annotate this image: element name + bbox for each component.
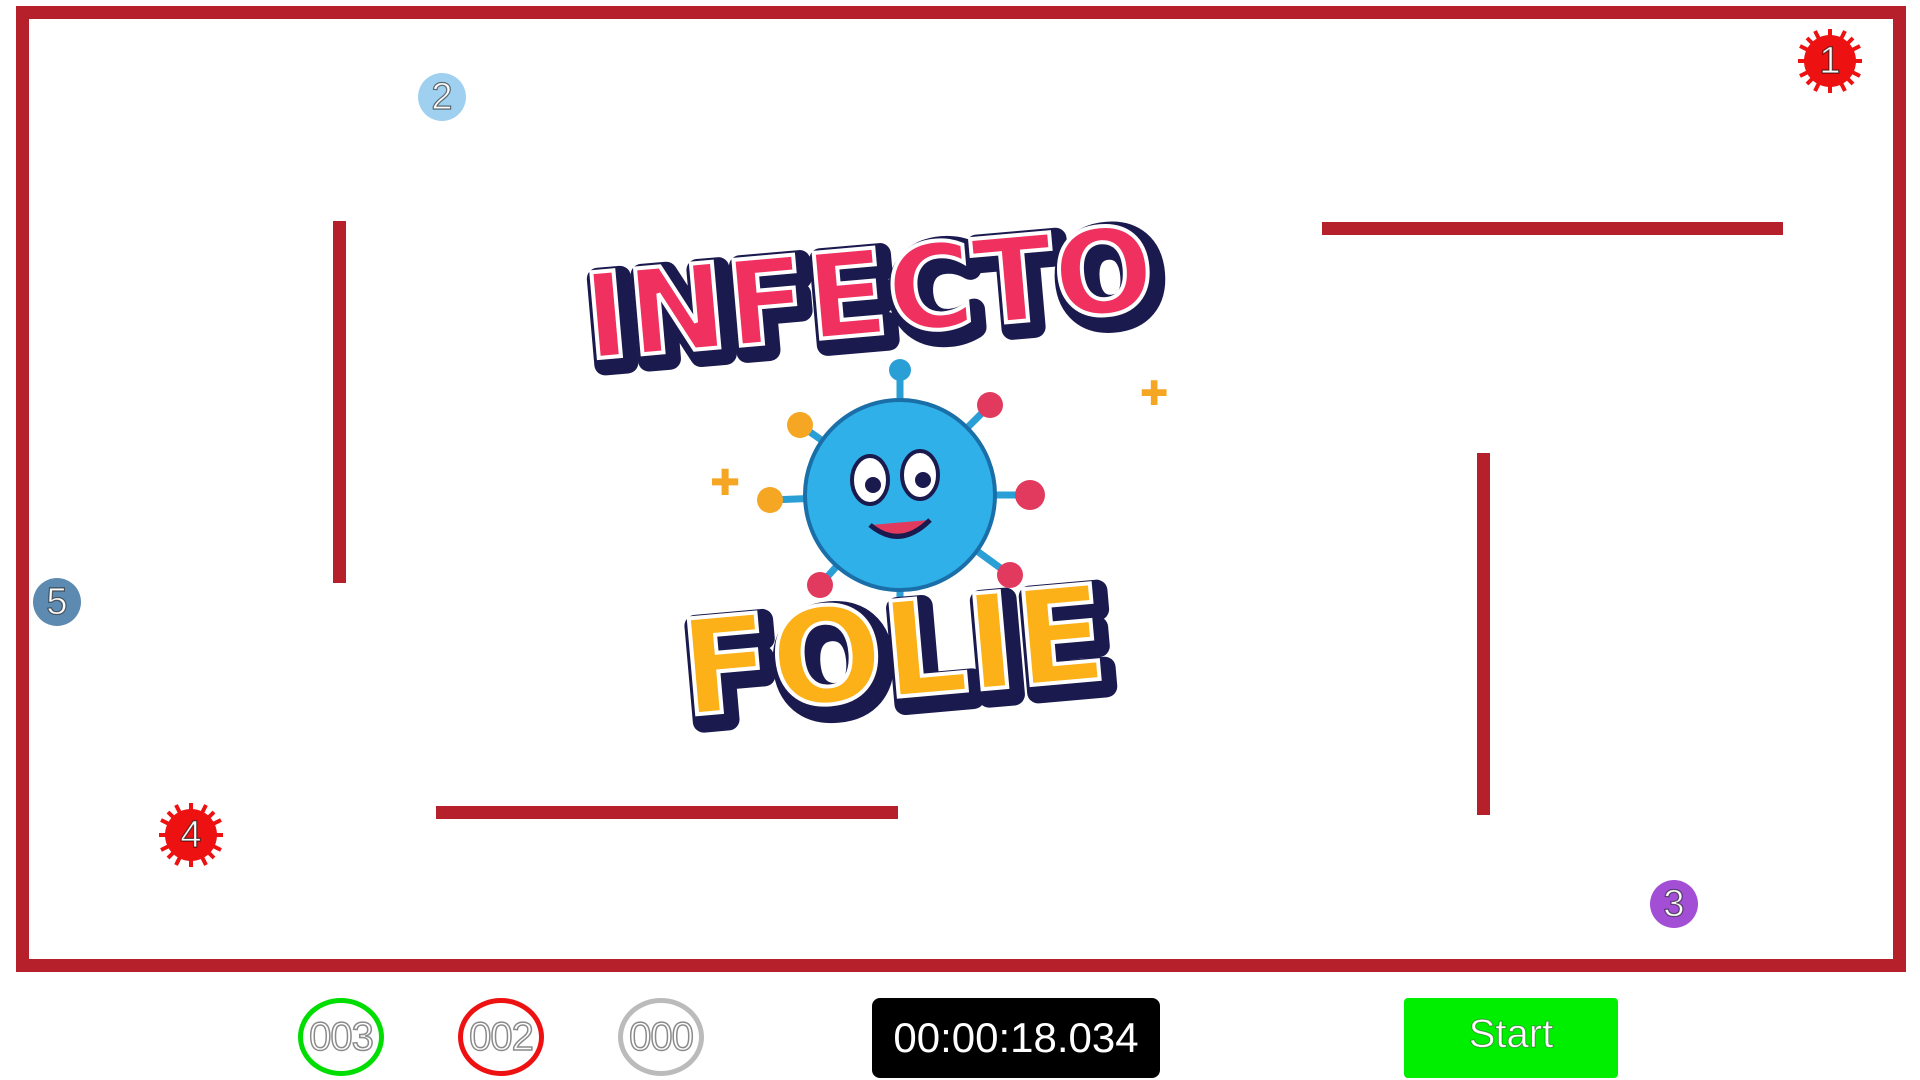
entity-number: 3 (1663, 883, 1685, 925)
entity-number: 1 (1819, 40, 1841, 82)
svg-text:✚: ✚ (1140, 374, 1169, 414)
maze-wall (1477, 453, 1490, 815)
infected-counter: 002 (458, 998, 544, 1076)
maze-wall (436, 806, 898, 819)
infected-count: 002 (468, 1014, 534, 1060)
maze-wall (1322, 222, 1783, 235)
elapsed-timer: 00:00:18.034 (872, 998, 1160, 1078)
infected-virus-1: 1 (1795, 26, 1865, 96)
removed-counter: 000 (618, 998, 704, 1076)
entity-number: 5 (46, 581, 68, 623)
healthy-ball-5: 5 (33, 578, 81, 626)
logo-title-line1: INFECTO (578, 200, 1159, 387)
entity-number: 2 (431, 76, 453, 118)
logo-title-line2: FOLIE (674, 557, 1112, 735)
healthy-count: 003 (308, 1014, 374, 1060)
infected-virus-4: 4 (156, 800, 226, 870)
removed-count: 000 (628, 1014, 694, 1060)
healthy-ball-2: 2 (418, 73, 466, 121)
healthy-counter: 003 (298, 998, 384, 1076)
maze-wall (333, 221, 346, 583)
infecto-folie-logo: INFECTO INFECTO ✚ ✚ FOLIE FOLIE (570, 195, 1210, 766)
entity-number: 4 (180, 814, 202, 856)
healthy-ball-3: 3 (1650, 880, 1698, 928)
svg-text:✚: ✚ (710, 463, 740, 504)
start-button-label: Start (1468, 1012, 1554, 1057)
start-button[interactable]: Start (1404, 998, 1618, 1078)
